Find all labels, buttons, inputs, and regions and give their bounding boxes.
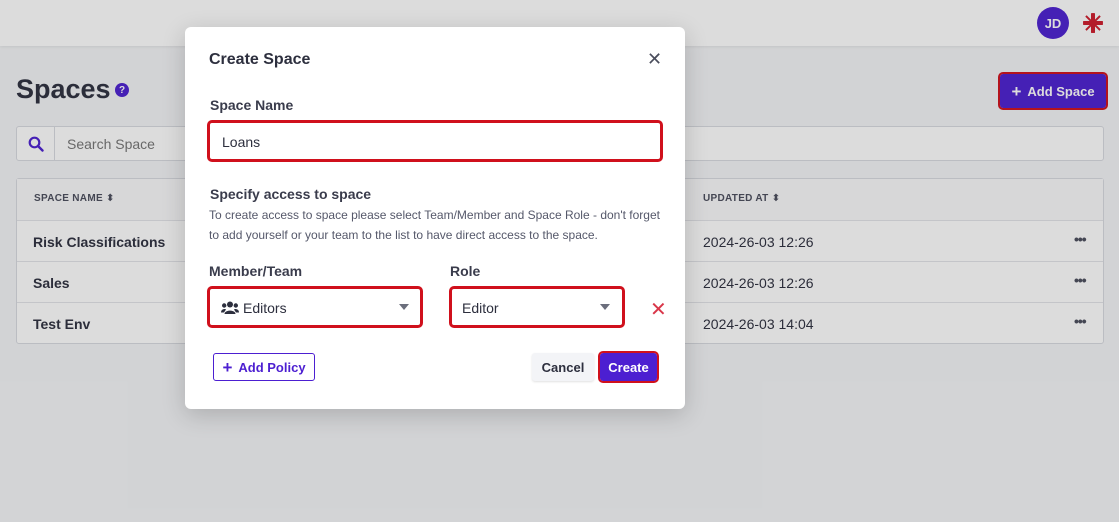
add-policy-label: Add Policy xyxy=(238,359,306,375)
users-icon xyxy=(221,301,239,319)
role-label: Role xyxy=(450,263,481,279)
access-heading: Specify access to space xyxy=(210,186,372,202)
close-icon[interactable]: ✕ xyxy=(647,49,662,70)
add-policy-button[interactable]: + Add Policy xyxy=(213,353,315,381)
create-space-dialog: Create Space ✕ Space Name Loans Specify … xyxy=(185,27,685,409)
access-hint: To create access to space please select … xyxy=(209,208,660,222)
chevron-down-icon xyxy=(600,304,610,310)
plus-icon: + xyxy=(222,357,233,377)
space-name-label: Space Name xyxy=(210,97,294,113)
remove-policy-icon[interactable]: ✕ xyxy=(650,297,667,322)
member-team-label: Member/Team xyxy=(209,263,303,279)
role-value: Editor xyxy=(462,300,499,316)
role-select[interactable]: Editor xyxy=(449,286,625,328)
space-name-field[interactable]: Loans xyxy=(207,120,663,162)
chevron-down-icon xyxy=(399,304,409,310)
member-team-value: Editors xyxy=(243,300,287,316)
member-team-select[interactable]: Editors xyxy=(207,286,423,328)
cancel-button[interactable]: Cancel xyxy=(532,353,594,381)
create-button[interactable]: Create xyxy=(598,351,659,383)
access-hint: to add yourself or your team to the list… xyxy=(209,228,598,242)
dialog-title: Create Space xyxy=(209,51,311,68)
space-name-value: Loans xyxy=(222,134,261,150)
